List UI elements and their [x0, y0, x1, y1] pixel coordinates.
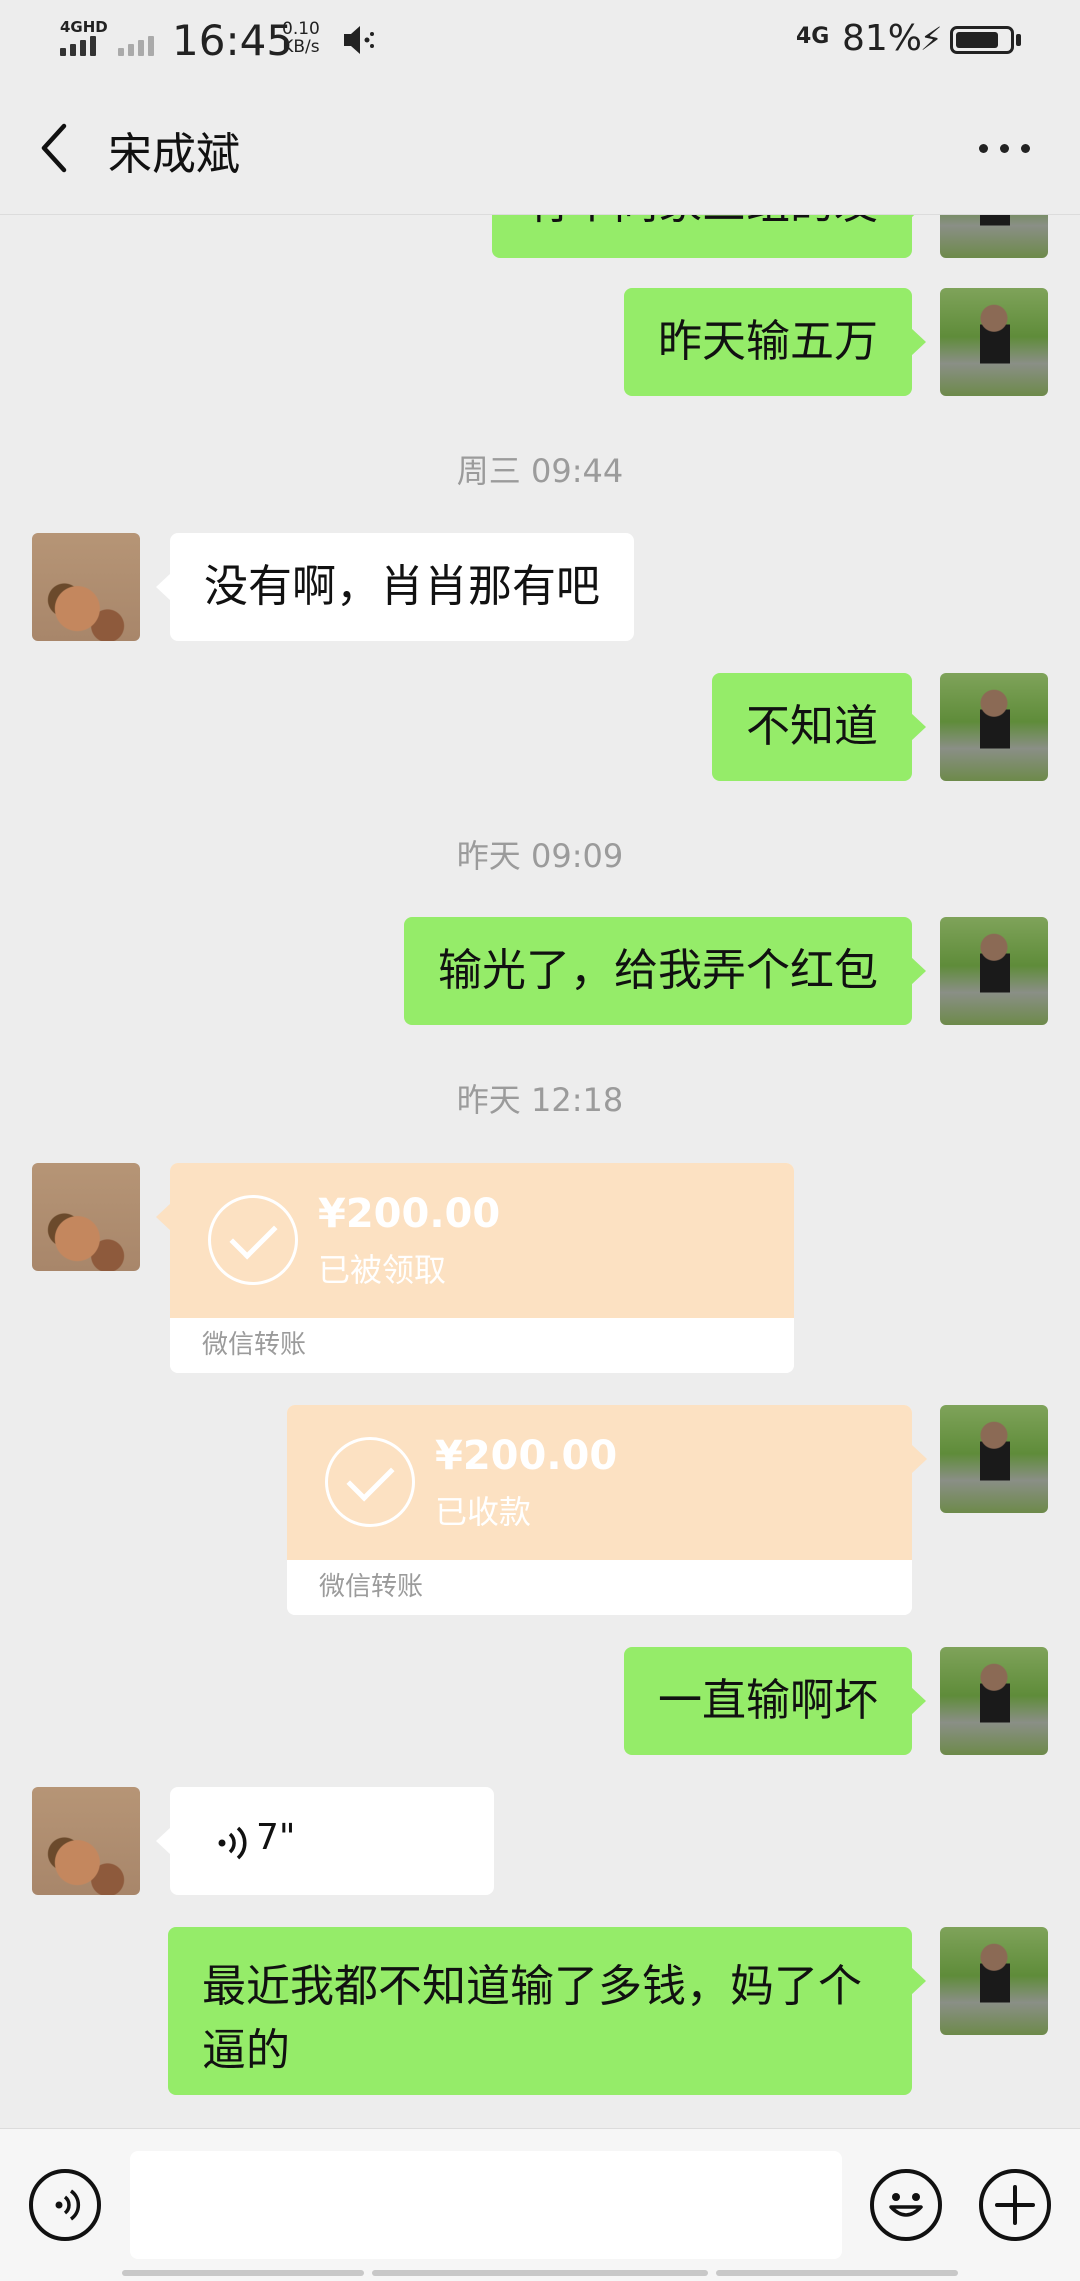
transfer-label: 微信转账	[170, 1318, 794, 1373]
input-bar	[0, 2128, 1080, 2281]
voice-wave-icon	[218, 1826, 247, 1860]
message-bubble-me[interactable]: 昨天输五万	[624, 288, 926, 396]
chevron-left-icon[interactable]	[30, 116, 80, 180]
charging-bolt-icon: ⚡	[920, 20, 943, 58]
avatar-me[interactable]	[940, 215, 1048, 258]
battery-tip	[1016, 34, 1021, 46]
voice-input-icon[interactable]	[29, 2169, 101, 2241]
avatar-me[interactable]	[940, 1405, 1048, 1513]
timestamp: 昨天 12:18	[456, 1081, 624, 1119]
transfer-card-top: ¥200.00 已被领取	[170, 1163, 794, 1318]
message-bubble-me[interactable]: 最近我都不知道输了多钱，妈了个逼的	[168, 1927, 926, 2095]
nav-bar-segment	[716, 2270, 958, 2276]
voice-duration: 7"	[256, 1817, 296, 1858]
battery-percent: 81%	[842, 18, 923, 59]
nav-bar-segment	[122, 2270, 364, 2276]
avatar-me[interactable]	[940, 288, 1048, 396]
avatar-me[interactable]	[940, 1927, 1048, 2035]
voice-message[interactable]: 7"	[156, 1787, 494, 1895]
message-bubble-me[interactable]: 一直输啊坏	[624, 1647, 926, 1755]
signal-icon-secondary	[118, 36, 158, 56]
avatar-contact[interactable]	[32, 1787, 140, 1895]
avatar-me[interactable]	[940, 673, 1048, 781]
clock: 16:45	[172, 16, 294, 65]
chat-title[interactable]: 宋成斌	[108, 118, 240, 182]
network-speed-unit: KB/s	[282, 37, 320, 57]
battery-icon	[950, 26, 1014, 54]
message-bubble-me[interactable]: 不知道	[712, 673, 926, 781]
avatar-me[interactable]	[940, 917, 1048, 1025]
plus-icon[interactable]	[979, 2169, 1051, 2241]
check-circle-icon	[325, 1437, 415, 1527]
network-type-label: 4GHD	[60, 18, 108, 36]
transfer-status: 已被领取	[318, 1251, 447, 1289]
message-input[interactable]	[130, 2151, 842, 2259]
chat-header: 宋成斌	[0, 82, 1080, 215]
transfer-amount: ¥200.00	[318, 1191, 501, 1237]
transfer-label: 微信转账	[287, 1560, 912, 1615]
transfer-card-sent[interactable]: ¥200.00 已收款 微信转账	[287, 1405, 912, 1615]
avatar-contact[interactable]	[32, 1163, 140, 1271]
transfer-card-received[interactable]: ¥200.00 已被领取 微信转账	[170, 1163, 794, 1373]
network-speed: 0.10 KB/s	[282, 20, 320, 56]
bubble-tail	[912, 1445, 927, 1473]
mute-speaker-icon	[344, 26, 374, 54]
network-type-right: 4G	[796, 24, 830, 49]
battery-fill	[956, 32, 998, 48]
bubble-tail	[156, 1203, 171, 1231]
message-row-clipped: 有个同家三组的发	[0, 215, 1080, 258]
avatar-me[interactable]	[940, 1647, 1048, 1755]
transfer-card-top: ¥200.00 已收款	[287, 1405, 912, 1560]
check-circle-icon	[208, 1195, 298, 1285]
more-dots-icon[interactable]	[970, 126, 1040, 170]
network-speed-value: 0.10	[282, 19, 320, 39]
message-bubble-contact[interactable]: 没有啊，肖肖那有吧	[156, 533, 634, 641]
signal-icon	[60, 36, 100, 56]
transfer-amount: ¥200.00	[435, 1433, 618, 1479]
transfer-status: 已收款	[435, 1493, 532, 1531]
status-bar: 4GHD 16:45 0.10 KB/s 4G 81% ⚡	[0, 0, 1080, 82]
timestamp: 周三 09:44	[456, 452, 624, 490]
timestamp: 昨天 09:09	[456, 837, 624, 875]
avatar-contact[interactable]	[32, 533, 140, 641]
message-bubble-me[interactable]: 有个同家三组的发	[492, 215, 926, 258]
emoji-icon[interactable]	[870, 2169, 942, 2241]
nav-bar-segment	[372, 2270, 708, 2276]
message-bubble-me[interactable]: 输光了，给我弄个红包	[404, 917, 926, 1025]
